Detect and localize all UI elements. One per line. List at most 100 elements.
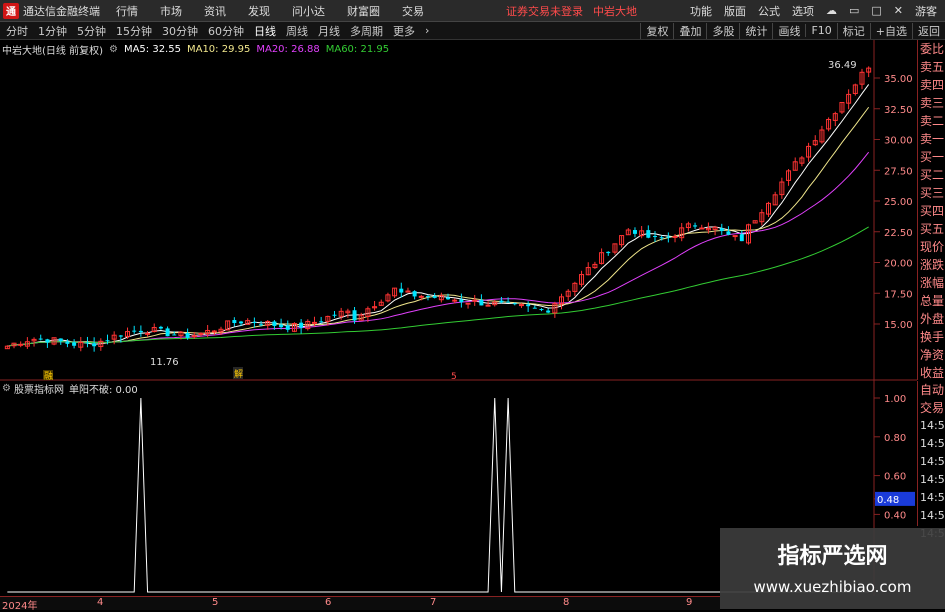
period-monthly[interactable]: 月线: [318, 23, 340, 39]
quote-field: 卖五: [920, 60, 945, 74]
cloud-icon[interactable]: ☁: [826, 4, 837, 17]
menu-formula[interactable]: 公式: [758, 3, 780, 19]
candle-body-down: [138, 330, 143, 333]
f10-button[interactable]: F10: [805, 24, 836, 37]
price-tick-label: 27.50: [884, 166, 913, 177]
menu-market[interactable]: 市场: [160, 3, 182, 19]
candle-body-down: [92, 343, 97, 347]
menu-wealth[interactable]: 财富圈: [347, 3, 380, 19]
settings-gear-icon[interactable]: ⚙: [109, 44, 118, 55]
menu-layout[interactable]: 版面: [724, 3, 746, 19]
ma10-label: MA10: 29.95: [186, 43, 251, 55]
menu-function[interactable]: 功能: [690, 3, 712, 19]
quote-field: 卖四: [920, 78, 945, 92]
draw-line-button[interactable]: 画线: [772, 22, 805, 39]
quote-side-panel: 委比 卖五 卖四 卖三 卖二 卖一 买一 买二 买三 买四 买五 现价 涨跌 涨幅 总量 外盘 换手 净资 收益: [917, 40, 945, 380]
candle-body-up: [18, 343, 24, 346]
candle-body-down: [105, 340, 110, 342]
period-30min[interactable]: 30分钟: [162, 23, 198, 39]
event-marker-label: 5: [451, 372, 457, 382]
candle-body-down: [158, 326, 163, 329]
period-toolbar: 分时 1分钟 5分钟 15分钟 30分钟 60分钟 日线 周线 月线 多周期 更…: [0, 22, 945, 40]
quote-field: 换手: [920, 330, 945, 344]
candlestick-chart[interactable]: 35.00 32.50 30.00 27.50 25.00 22.50 20.00 17.50…: [0, 40, 917, 596]
menu-discover[interactable]: 发现: [248, 3, 270, 19]
ma60-label: MA60: 21.95: [325, 43, 390, 55]
date-label-may: 5: [212, 597, 219, 608]
chart-background: [0, 40, 917, 596]
period-1min[interactable]: 1分钟: [38, 23, 67, 39]
candle-body-down: [58, 338, 63, 342]
candle-body-down: [279, 324, 284, 328]
menu-quotes[interactable]: 行情: [116, 3, 138, 19]
price-tick-label: 25.00: [884, 197, 913, 208]
period-multi[interactable]: 多周期: [350, 23, 383, 39]
current-stock: 中岩大地: [593, 4, 637, 18]
close-icon[interactable]: ✕: [894, 4, 903, 17]
candle-body-down: [546, 310, 551, 313]
period-daily[interactable]: 日线: [254, 23, 276, 39]
trade-time: 14:50: [920, 419, 945, 432]
login-status[interactable]: 证券交易未登录: [506, 3, 583, 19]
add-watchlist-button[interactable]: +自选: [869, 22, 912, 39]
statistics-button[interactable]: 统计: [739, 22, 772, 39]
low-price-label: 11.76: [150, 357, 179, 368]
candle-body-down: [272, 321, 277, 326]
trade-time: 14:50: [920, 455, 945, 468]
period-more[interactable]: 更多: [393, 23, 415, 39]
trade-label[interactable]: 交易: [918, 399, 945, 417]
period-tick[interactable]: 分时: [6, 23, 28, 39]
price-tick-label: 30.00: [884, 136, 913, 147]
minimize-icon[interactable]: ▭: [849, 4, 859, 17]
candle-body-down: [739, 234, 744, 242]
candle-body-down: [72, 342, 77, 346]
candle-body-down: [659, 237, 664, 239]
indicator-name-label: 单阳不破: 0.00: [68, 385, 138, 396]
candle-body-down: [459, 299, 464, 303]
multi-stock-button[interactable]: 多股: [706, 22, 739, 39]
menu-news[interactable]: 资讯: [204, 3, 226, 19]
period-60min[interactable]: 60分钟: [208, 23, 244, 39]
candle-body-down: [299, 322, 304, 328]
candle-body-down: [425, 296, 430, 298]
auto-label[interactable]: 自动: [918, 381, 945, 399]
menu-ask[interactable]: 问小达: [292, 3, 325, 19]
right-menu: 功能 版面 公式 选项 ☁ ▭ □ ✕ 游客: [690, 0, 945, 21]
candle-body-up: [732, 235, 738, 238]
menu-trade[interactable]: 交易: [402, 3, 424, 19]
period-weekly[interactable]: 周线: [286, 23, 308, 39]
ind-tick-label: 0.80: [884, 433, 906, 444]
candle-body-down: [38, 338, 43, 340]
price-tick-label: 32.50: [884, 105, 913, 116]
quote-field: 买二: [920, 168, 945, 182]
indicator-gear-icon[interactable]: ⚙: [2, 383, 11, 394]
mark-button[interactable]: 标记: [836, 22, 870, 39]
back-button[interactable]: 返回: [912, 22, 945, 39]
period-15min[interactable]: 15分钟: [116, 23, 152, 39]
menu-bar: 通 通达信金融终端 行情 市场 资讯 发现 问小达 财富圈 交易 证券交易未登录…: [0, 0, 945, 22]
trade-side-panel: 自动 交易 14:5014:5014:5014:5014:5014:5014:5…: [917, 381, 945, 540]
ind-tick-label: 0.40: [884, 510, 906, 521]
period-5min[interactable]: 5分钟: [77, 23, 106, 39]
ma20-label: MA20: 26.88: [256, 43, 320, 55]
chevron-right-icon[interactable]: ›: [425, 24, 429, 37]
toolbar-right: 复权 叠加 多股 统计 画线 F10 标记 +自选 返回: [640, 22, 945, 39]
candle-body-down: [332, 314, 337, 316]
app-title: 通达信金融终端: [23, 4, 100, 18]
candle-body-up: [672, 235, 678, 238]
candle-body-down: [85, 342, 90, 344]
guest-label[interactable]: 游客: [915, 3, 937, 19]
overlay-button[interactable]: 叠加: [673, 22, 706, 39]
menu-options[interactable]: 选项: [792, 3, 814, 19]
stock-label: 中岩大地(日线 前复权): [2, 45, 103, 57]
candle-body-down: [506, 301, 511, 303]
current-value-label: 0.48: [877, 495, 899, 506]
date-label-year: 2024年: [2, 601, 38, 612]
restore-rights-button[interactable]: 复权: [640, 22, 673, 39]
candle-body-up: [418, 295, 424, 298]
maximize-icon[interactable]: □: [871, 4, 881, 17]
candle-body-down: [252, 321, 257, 323]
date-label-jun: 6: [325, 597, 332, 608]
candle-body-down: [539, 309, 544, 311]
quote-field: 卖二: [920, 114, 945, 128]
